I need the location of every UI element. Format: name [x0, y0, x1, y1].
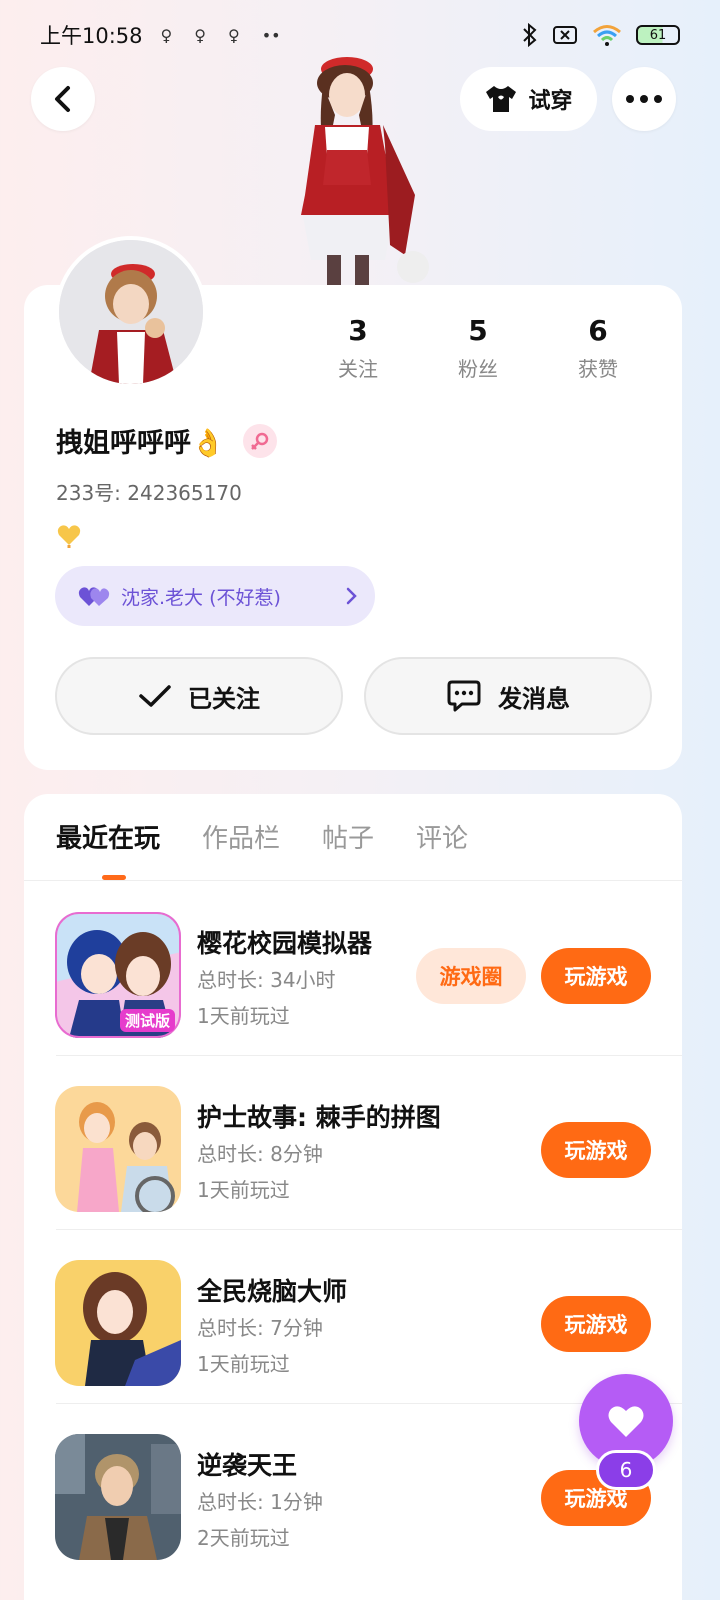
stat-count: 3	[348, 314, 368, 347]
game-row[interactable]: 全民烧脑大师 总时长: 7分钟 1天前玩过 玩游戏	[24, 1230, 682, 1404]
tshirt-icon	[486, 86, 517, 112]
user-id: 233号: 242365170	[56, 481, 242, 505]
tab-comments[interactable]: 评论	[416, 818, 468, 855]
stat-count: 6	[588, 314, 608, 347]
notification-icon: ♀	[227, 25, 240, 45]
stat-label: 获赞	[578, 357, 618, 381]
female-gender-icon	[242, 423, 277, 458]
tab-recent[interactable]: 最近在玩	[56, 818, 160, 855]
notification-icons: ♀ ♀ ♀ ••	[161, 26, 281, 45]
wifi-icon	[593, 25, 621, 46]
game-circle-button[interactable]: 游戏圈	[416, 948, 526, 1004]
group-name: 沈家.老大 (不好惹)	[121, 586, 281, 609]
avatar-illustration	[59, 240, 203, 384]
status-time: 上午10:58	[40, 24, 143, 48]
game-last-played: 1天前玩过	[197, 1352, 290, 1376]
battery-icon: 61	[636, 25, 680, 45]
play-game-button[interactable]: 玩游戏	[541, 948, 651, 1004]
chat-bubble-icon	[447, 680, 481, 712]
content-card: 最近在玩 作品栏 帖子 评论 测试版 樱花校园模拟器 总时长: 34小时 1天前…	[24, 794, 682, 1600]
game-name: 逆袭天王	[197, 1451, 298, 1480]
notification-more-icon: ••	[261, 25, 281, 45]
more-dots-icon	[626, 95, 662, 103]
game-last-played: 1天前玩过	[197, 1178, 290, 1202]
send-message-button[interactable]: 发消息	[364, 657, 652, 735]
followed-button[interactable]: 已关注	[55, 657, 343, 735]
tab-works[interactable]: 作品栏	[202, 818, 280, 855]
tab-posts[interactable]: 帖子	[322, 818, 374, 855]
message-label: 发消息	[498, 684, 570, 713]
game-name: 护士故事: 棘手的拼图	[197, 1103, 441, 1132]
play-game-button[interactable]: 玩游戏	[541, 1122, 651, 1178]
game-name: 樱花校园模拟器	[197, 929, 373, 958]
profile-avatar[interactable]	[55, 236, 207, 388]
profile-stats: 3 关注 5 粉丝 6 获赞	[298, 313, 658, 382]
stat-likes[interactable]: 6 获赞	[538, 313, 658, 382]
chevron-left-icon	[55, 86, 70, 112]
stat-followers[interactable]: 5 粉丝	[418, 313, 538, 382]
game-icon[interactable]	[55, 1086, 181, 1212]
follow-label: 已关注	[188, 684, 260, 713]
game-last-played: 1天前玩过	[197, 1004, 290, 1028]
divider	[24, 880, 682, 881]
stat-label: 关注	[338, 357, 378, 381]
tryon-button[interactable]: 试穿	[460, 67, 597, 131]
game-icon-image	[55, 1086, 181, 1212]
username-row: 拽姐呼呼呼👌	[56, 421, 277, 460]
game-duration: 总时长: 34小时	[197, 968, 336, 992]
game-row[interactable]: 测试版 樱花校园模拟器 总时长: 34小时 1天前玩过 游戏圈 玩游戏	[24, 882, 682, 1056]
game-duration: 总时长: 8分钟	[197, 1142, 323, 1166]
game-row[interactable]: 护士故事: 棘手的拼图 总时长: 8分钟 1天前玩过 玩游戏	[24, 1056, 682, 1230]
game-duration: 总时长: 1分钟	[197, 1490, 323, 1514]
heart-badge-icon	[56, 521, 82, 553]
like-count-badge: 6	[596, 1450, 656, 1490]
game-icon[interactable]	[55, 1260, 181, 1386]
avatar-3d-figure	[301, 57, 429, 290]
double-heart-icon	[78, 587, 110, 606]
sim-off-icon	[553, 26, 577, 44]
more-button[interactable]	[612, 67, 676, 131]
tab-bar: 最近在玩 作品栏 帖子 评论	[56, 818, 468, 855]
game-icon-image	[55, 1260, 181, 1386]
bluetooth-icon	[523, 23, 537, 47]
back-button[interactable]	[31, 67, 95, 131]
test-version-badge: 测试版	[119, 1009, 175, 1032]
game-icon-image	[55, 1434, 181, 1560]
chevron-right-icon	[346, 587, 357, 605]
check-icon	[139, 685, 171, 707]
group-pill[interactable]: 沈家.老大 (不好惹)	[55, 566, 375, 626]
stat-label: 粉丝	[458, 357, 498, 381]
play-game-button[interactable]: 玩游戏	[541, 1296, 651, 1352]
game-duration: 总时长: 7分钟	[197, 1316, 323, 1340]
notification-icon: ♀	[160, 25, 173, 45]
notification-icon: ♀	[194, 25, 206, 45]
game-icon[interactable]: 测试版	[55, 912, 181, 1038]
heart-icon	[608, 1406, 644, 1437]
username: 拽姐呼呼呼👌	[56, 428, 225, 459]
stat-count: 5	[468, 314, 488, 347]
stat-following[interactable]: 3 关注	[298, 313, 418, 382]
avatar-image	[59, 240, 203, 384]
game-icon[interactable]	[55, 1434, 181, 1560]
tryon-label: 试穿	[528, 89, 573, 114]
game-last-played: 2天前玩过	[197, 1526, 290, 1550]
game-name: 全民烧脑大师	[197, 1277, 348, 1306]
